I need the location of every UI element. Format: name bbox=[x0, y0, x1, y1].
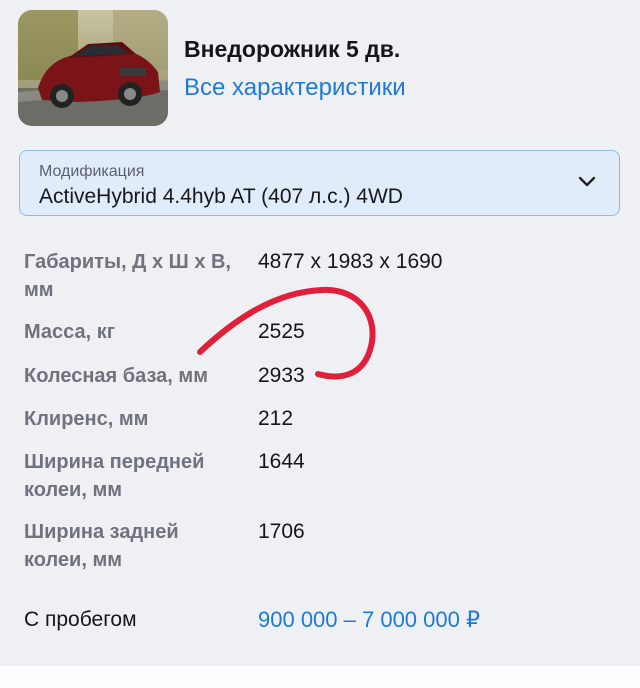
spec-value: 1706 bbox=[258, 520, 305, 543]
chevron-down-icon bbox=[578, 176, 596, 187]
spec-value: 4877 x 1983 x 1690 bbox=[258, 250, 443, 273]
spec-key: Масса, кг bbox=[24, 321, 116, 343]
all-specs-link[interactable]: Все характеристики bbox=[184, 74, 406, 102]
spec-key: Клиренс, мм bbox=[24, 408, 149, 430]
spec-value: 2933 bbox=[258, 364, 305, 387]
modification-select[interactable]: Модификация ActiveHybrid 4.4hyb AT (407 … bbox=[19, 150, 620, 216]
price-label: С пробегом bbox=[24, 608, 137, 631]
spec-key: Ширина передней колеи, мм bbox=[24, 451, 205, 501]
modification-value: ActiveHybrid 4.4hyb AT (407 л.с.) 4WD bbox=[39, 185, 403, 208]
spec-key: Ширина задней колеи, мм bbox=[24, 521, 179, 571]
spec-key: Габариты, Д х Ш х В, мм bbox=[24, 251, 231, 301]
header: Внедорожник 5 дв. Все характеристики bbox=[0, 0, 640, 140]
spec-key: Колесная база, мм bbox=[24, 365, 209, 387]
car-image bbox=[18, 10, 168, 126]
spec-value: 1644 bbox=[258, 450, 305, 473]
modification-label: Модификация bbox=[39, 163, 145, 180]
spec-value: 2525 bbox=[258, 320, 305, 343]
bottom-divider bbox=[0, 666, 640, 688]
page-title: Внедорожник 5 дв. bbox=[184, 36, 401, 62]
car-thumbnail[interactable] bbox=[18, 10, 168, 126]
price-range-link[interactable]: 900 000 – 7 000 000 ₽ bbox=[258, 607, 480, 633]
spec-value: 212 bbox=[258, 407, 294, 430]
